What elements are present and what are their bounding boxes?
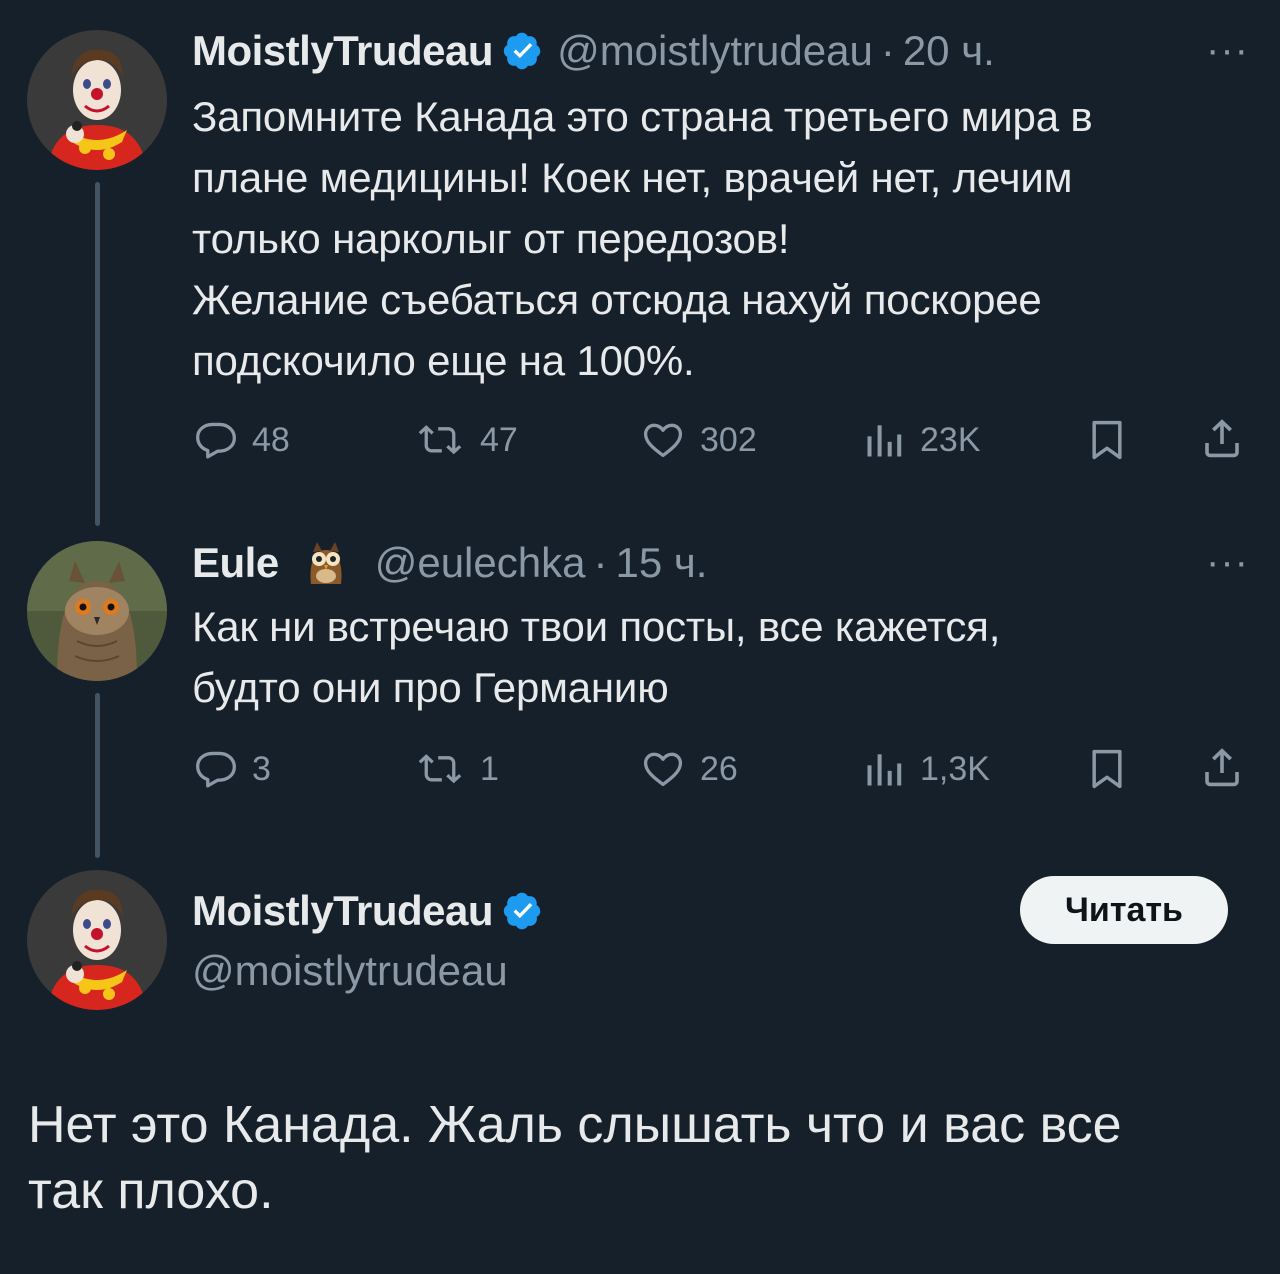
more-icon[interactable]: ··· (1206, 30, 1249, 70)
verified-badge-icon (503, 891, 543, 931)
reply-icon (194, 747, 238, 791)
bookmark-button[interactable] (1085, 745, 1129, 793)
author-handle[interactable]: @eulechka (375, 538, 586, 588)
tweet-text: Нет это Канада. Жаль слышать что и вас в… (28, 1096, 1122, 1220)
separator-dot: · (880, 27, 895, 74)
reply-header: MoistlyTrudeau (192, 886, 543, 936)
views-button[interactable]: 1,3K (862, 747, 990, 791)
repost-count: 47 (480, 420, 518, 459)
follow-button[interactable]: Читать (1020, 876, 1228, 944)
reply-count: 48 (252, 420, 290, 459)
share-icon (1198, 743, 1246, 791)
views-count: 1,3K (920, 749, 990, 788)
views-count: 23K (920, 420, 981, 459)
avatar-eulechka[interactable] (27, 541, 167, 681)
tweet-text: Запомните Канада это страна третьего мир… (192, 93, 1093, 384)
like-count: 26 (700, 749, 738, 788)
reply-count: 3 (252, 749, 271, 788)
avatar-moistlytrudeau[interactable] (27, 870, 167, 1010)
repost-icon (414, 418, 466, 462)
tweet2-header: Eule @eulechka · 15 ч. (192, 538, 707, 588)
bookmark-icon (1085, 416, 1129, 464)
avatar-moistlytrudeau[interactable] (27, 30, 167, 170)
more-icon[interactable]: ··· (1206, 542, 1249, 582)
share-button[interactable] (1198, 414, 1246, 462)
tweet-time[interactable]: 15 ч. (615, 538, 707, 588)
owl-emoji-icon (305, 540, 347, 586)
like-icon (640, 747, 686, 791)
share-button[interactable] (1198, 743, 1246, 791)
repost-count: 1 (480, 749, 499, 788)
repost-button[interactable]: 47 (414, 418, 518, 462)
author-name[interactable]: MoistlyTrudeau (192, 26, 494, 76)
tweet-time[interactable]: 20 ч. (903, 26, 995, 76)
like-button[interactable]: 302 (640, 418, 757, 462)
thread-line (95, 182, 100, 526)
like-icon (640, 418, 686, 462)
bookmark-icon (1085, 745, 1129, 793)
reply-handle-row: @moistlytrudeau (192, 946, 508, 996)
views-button[interactable]: 23K (862, 418, 981, 462)
reply-button[interactable]: 48 (194, 418, 290, 462)
author-name[interactable]: Eule (192, 538, 279, 588)
tweet-text: Как ни встречаю твои посты, все кажется,… (192, 603, 1001, 711)
views-icon (862, 418, 906, 462)
author-handle[interactable]: @moistlytrudeau (192, 946, 508, 996)
tweet1-header: MoistlyTrudeau @moistlytrudeau · 20 ч. (192, 26, 995, 76)
bookmark-button[interactable] (1085, 416, 1129, 464)
repost-icon (414, 747, 466, 791)
like-count: 302 (700, 420, 757, 459)
reply-icon (194, 418, 238, 462)
author-handle[interactable]: @moistlytrudeau (557, 26, 873, 76)
like-button[interactable]: 26 (640, 747, 738, 791)
views-icon (862, 747, 906, 791)
thread-line (95, 693, 100, 858)
share-icon (1198, 414, 1246, 462)
separator-dot: · (593, 539, 608, 586)
author-name[interactable]: MoistlyTrudeau (192, 886, 494, 936)
verified-badge-icon (503, 31, 543, 71)
repost-button[interactable]: 1 (414, 747, 499, 791)
reply-button[interactable]: 3 (194, 747, 271, 791)
